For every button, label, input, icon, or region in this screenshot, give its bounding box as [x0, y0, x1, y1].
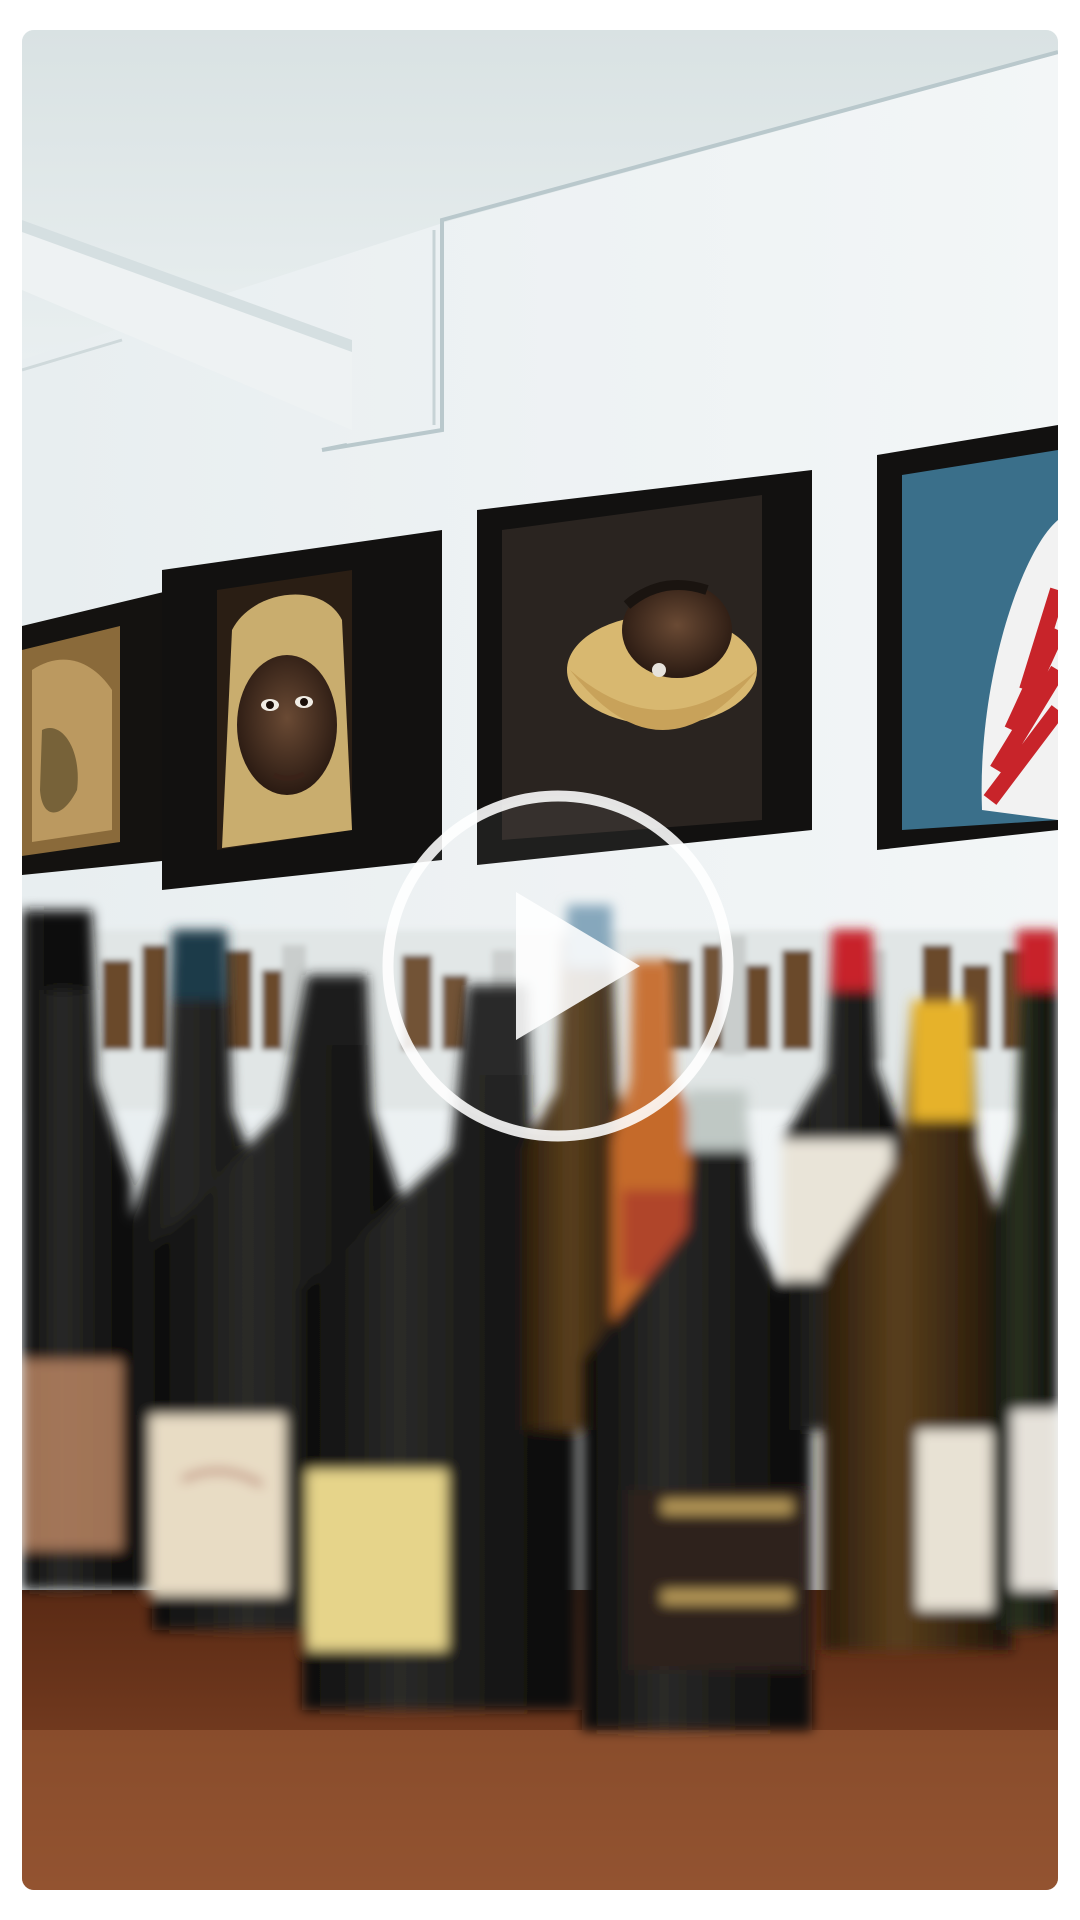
play-circle-icon	[382, 790, 734, 1142]
play-button[interactable]	[374, 782, 742, 1150]
video-player[interactable]	[22, 30, 1058, 1890]
